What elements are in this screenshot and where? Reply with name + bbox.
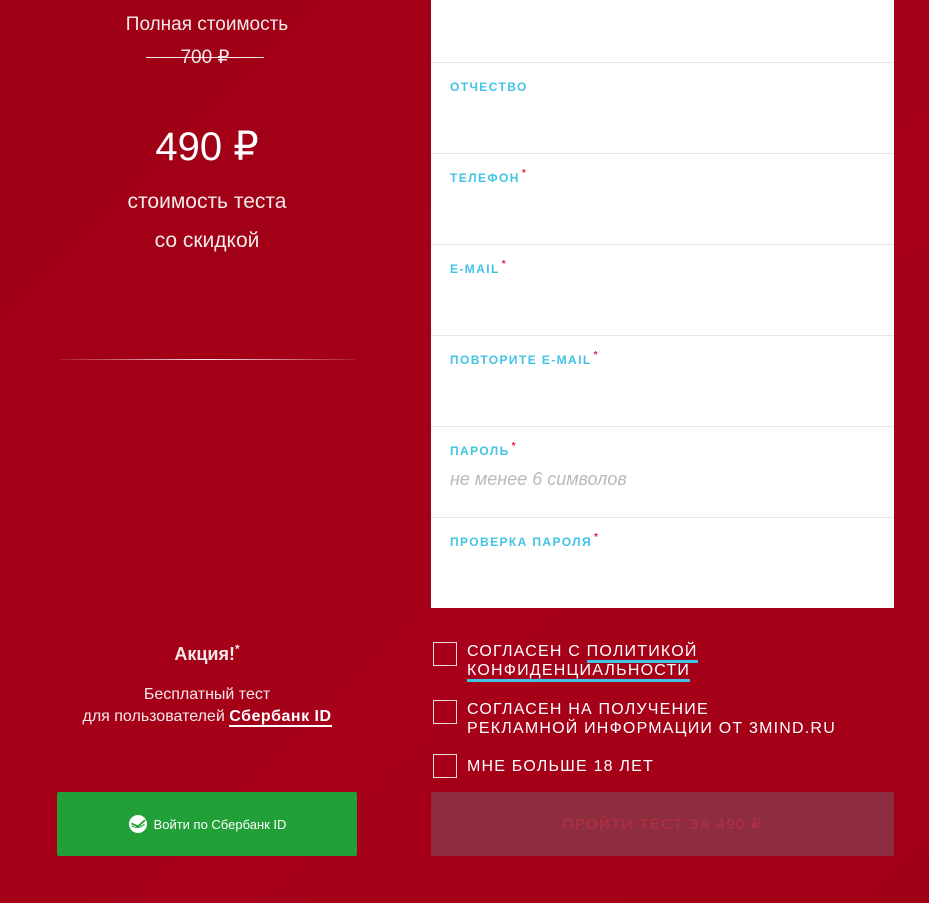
privacy-consent-checkbox[interactable] — [433, 642, 457, 666]
privacy-policy-link[interactable]: ПОЛИТИКОЙ — [586, 643, 698, 663]
age-consent-label: МНЕ БОЛЬШЕ 18 ЛЕТ — [467, 758, 654, 775]
field-phone[interactable]: ТЕЛЕФОН * — [431, 153, 894, 245]
discount-price: 490 ₽ — [155, 125, 259, 169]
promo-title-text: Акция! — [174, 644, 235, 664]
start-test-button[interactable]: ПРОЙТИ ТЕСТ ЗА 490 ₽ — [431, 792, 894, 856]
registration-form: ОТЧЕСТВО ТЕЛЕФОН * E-MAIL * ПОВТОРИТЕ E-MA… — [431, 0, 894, 608]
promo-text-line2: для пользователей Сбербанк ID — [0, 706, 414, 728]
privacy-consent-label: СОГЛАСЕН С ПОЛИТИКОЙ КОНФИДЕНЦИАЛЬНОСТИ — [467, 642, 698, 682]
divider — [60, 359, 355, 360]
field-repeat-email[interactable]: ПОВТОРИТЕ E-MAIL * — [431, 335, 894, 427]
repeat-email-label: ПОВТОРИТЕ E-MAIL * — [450, 350, 599, 367]
password-label: ПАРОЛЬ * — [450, 441, 517, 458]
email-input[interactable] — [450, 283, 870, 311]
required-star: * — [593, 350, 599, 361]
patronymic-label-text: ОТЧЕСТВО — [450, 80, 528, 94]
patronymic-input[interactable] — [450, 101, 870, 129]
field-patronymic[interactable]: ОТЧЕСТВО — [431, 62, 894, 154]
required-star: * — [501, 259, 508, 270]
promo-text-line2-label: для пользователей — [82, 708, 225, 725]
field-password[interactable]: ПАРОЛЬ * — [431, 426, 894, 518]
password-confirm-label: ПРОВЕРКА ПАРОЛЯ * — [450, 532, 600, 549]
privacy-consent-prefix: СОГЛАСЕН С — [467, 643, 582, 660]
sberbank-logo-icon — [128, 815, 147, 833]
promo-star: * — [234, 642, 240, 656]
required-star: * — [521, 168, 528, 179]
field-email[interactable]: E-MAIL * — [431, 244, 894, 336]
required-star: * — [511, 441, 517, 452]
promo-text-line1: Бесплатный тест — [143, 686, 271, 703]
discount-caption-line2: со скидкой — [154, 229, 260, 252]
age-consent-row: МНЕ БОЛЬШЕ 18 ЛЕТ — [433, 754, 654, 778]
email-label-text: E-MAIL — [450, 262, 500, 276]
start-test-label: ПРОЙТИ ТЕСТ ЗА 490 ₽ — [562, 816, 763, 833]
phone-label: ТЕЛЕФОН * — [450, 168, 528, 185]
password-confirm-input[interactable] — [450, 556, 870, 584]
field-name-continued[interactable] — [431, 0, 894, 62]
ads-consent-checkbox[interactable] — [433, 700, 457, 724]
age-consent-checkbox[interactable] — [433, 754, 457, 778]
ads-consent-line1: СОГЛАСЕН НА ПОЛУЧЕНИЕ — [467, 701, 709, 718]
old-price: 700 ₽ — [146, 46, 264, 69]
full-price-label: Полная стоимость — [125, 14, 289, 35]
password-label-text: ПАРОЛЬ — [450, 444, 510, 458]
pricing-panel: Полная стоимость 700 ₽ 490 ₽ стоимость т… — [0, 0, 414, 903]
password-input[interactable] — [450, 465, 870, 493]
ads-consent-line2: РЕКЛАМНОЙ ИНФОРМАЦИИ ОТ 3MIND.RU — [467, 720, 836, 737]
ads-consent-label: СОГЛАСЕН НА ПОЛУЧЕНИЕ РЕКЛАМНОЙ ИНФОРМАЦ… — [467, 700, 836, 738]
promo-title: Акция!* — [0, 642, 414, 665]
promo-text: Бесплатный тест для пользователей Сберба… — [0, 684, 414, 728]
name-input[interactable] — [450, 9, 870, 37]
sber-id-login-label: Войти по Сбербанк ID — [153, 816, 287, 832]
discount-caption-line1: стоимость теста — [127, 190, 287, 213]
password-confirm-label-text: ПРОВЕРКА ПАРОЛЯ — [450, 535, 593, 549]
repeat-email-label-text: ПОВТОРИТЕ E-MAIL — [450, 353, 592, 367]
privacy-consent-row: СОГЛАСЕН С ПОЛИТИКОЙ КОНФИДЕНЦИАЛЬНОСТИ — [433, 642, 698, 682]
sber-id-login-button[interactable]: Войти по Сбербанк ID — [57, 792, 357, 856]
sber-id-link[interactable]: Сбербанк ID — [229, 708, 332, 727]
privacy-policy-link-line2[interactable]: КОНФИДЕНЦИАЛЬНОСТИ — [467, 662, 691, 682]
field-password-confirm[interactable]: ПРОВЕРКА ПАРОЛЯ * — [431, 517, 894, 609]
phone-label-text: ТЕЛЕФОН — [450, 171, 520, 185]
patronymic-label: ОТЧЕСТВО — [450, 80, 528, 94]
required-star: * — [594, 532, 600, 543]
email-label: E-MAIL * — [450, 259, 508, 276]
phone-input[interactable] — [450, 192, 870, 220]
repeat-email-input[interactable] — [450, 374, 870, 402]
ads-consent-row: СОГЛАСЕН НА ПОЛУЧЕНИЕ РЕКЛАМНОЙ ИНФОРМАЦ… — [433, 700, 836, 738]
